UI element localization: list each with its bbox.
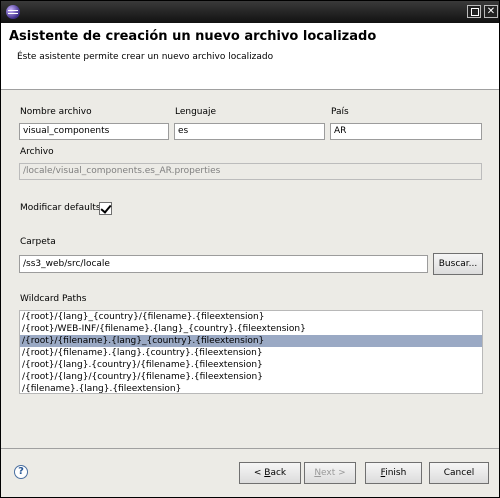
lenguaje-label: Lenguaje xyxy=(175,107,217,117)
back-prefix: < xyxy=(253,468,265,478)
title-bar[interactable]: ✕ xyxy=(1,1,499,23)
wildcard-paths-list[interactable]: /{root}/{lang}_{country}/{filename}.{fil… xyxy=(19,310,483,394)
list-item-selected[interactable]: /{root}/{filename}.{lang}_{country}.{fil… xyxy=(20,335,482,347)
list-item[interactable]: /{root}/{lang}/{country}/{filename}.{fil… xyxy=(20,371,482,383)
back-rest: ack xyxy=(270,468,287,478)
list-item[interactable]: /{root}/WEB-INF/{filename}.{lang}_{count… xyxy=(20,323,482,335)
nombre-archivo-field[interactable]: visual_components xyxy=(19,123,169,140)
modificar-defaults-checkbox[interactable] xyxy=(99,202,112,215)
cancel-button[interactable]: Cancel xyxy=(429,462,489,484)
maximize-button[interactable] xyxy=(467,5,481,18)
next-button[interactable]: Next > xyxy=(304,462,356,484)
finish-button[interactable]: Finish xyxy=(365,462,422,484)
archivo-field: /locale/visual_components.es_AR.properti… xyxy=(19,163,482,180)
finish-rest: inish xyxy=(385,468,407,478)
wizard-title: Asistente de creación un nuevo archivo l… xyxy=(9,29,377,44)
nombre-archivo-label: Nombre archivo xyxy=(20,107,92,117)
help-icon[interactable]: ? xyxy=(14,465,28,479)
wizard-description: Éste asistente permite crear un nuevo ar… xyxy=(17,52,274,62)
pais-label: País xyxy=(331,107,349,117)
list-item[interactable]: /{root}/{lang}_{country}/{filename}.{fil… xyxy=(20,311,482,323)
pais-field[interactable]: AR xyxy=(330,123,482,140)
buscar-button[interactable]: Buscar... xyxy=(433,253,483,275)
carpeta-label: Carpeta xyxy=(20,237,56,247)
close-button[interactable]: ✕ xyxy=(484,5,498,18)
back-button[interactable]: < Back xyxy=(239,462,301,484)
list-item[interactable]: /{root}/{lang}.{country}/{filename}.{fil… xyxy=(20,359,482,371)
wildcard-paths-label: Wildcard Paths xyxy=(20,294,87,304)
list-item[interactable]: /{filename}.{lang}.{fileextension} xyxy=(20,383,482,393)
lenguaje-field[interactable]: es xyxy=(174,123,325,140)
wizard-header: Asistente de creación un nuevo archivo l… xyxy=(1,23,499,90)
eclipse-app-icon xyxy=(6,5,20,19)
footer-separator xyxy=(1,448,499,449)
wizard-dialog: ✕ Asistente de creación un nuevo archivo… xyxy=(0,0,500,498)
carpeta-field[interactable]: /ss3_web/src/locale xyxy=(19,255,428,273)
list-item[interactable]: /{root}/{filename}.{lang}.{country}.{fil… xyxy=(20,347,482,359)
next-rest: ext > xyxy=(321,468,346,478)
archivo-label: Archivo xyxy=(20,147,54,157)
modificar-defaults-label: Modificar defaults xyxy=(20,203,101,213)
